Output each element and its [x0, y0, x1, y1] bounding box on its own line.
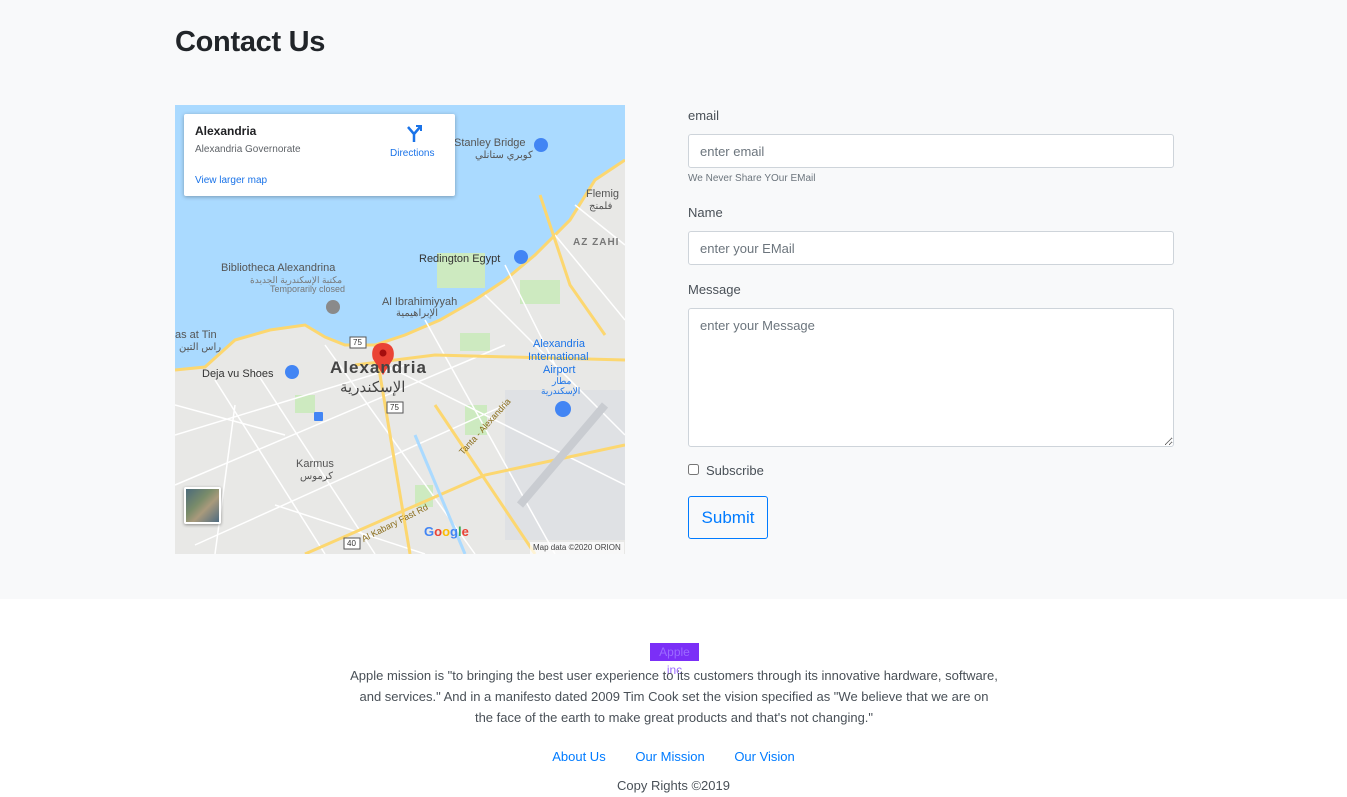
map-label: فلمنج	[589, 201, 613, 212]
contact-section: Contact Us Stanley Bridge كوبري ستانلي F…	[0, 0, 1347, 599]
name-field[interactable]	[688, 231, 1174, 265]
park	[520, 280, 560, 304]
company-name: Apple inc	[650, 643, 699, 677]
map-label: الإسكندرية	[541, 386, 581, 396]
city-label: Alexandria	[330, 358, 427, 377]
map-label: كرموس	[300, 471, 334, 482]
map-label: Temporarily closed	[270, 284, 346, 294]
airport-pin-icon[interactable]	[555, 401, 571, 417]
copyright: Copy Rights ©2019	[617, 778, 730, 793]
map-place-region: Alexandria Governorate	[195, 144, 301, 155]
name-label: Name	[688, 205, 723, 220]
city-label-ar: الإسكندرية	[340, 379, 406, 396]
footer-link-about-us[interactable]: About Us	[552, 749, 605, 764]
bridge-pin-icon[interactable]	[534, 138, 548, 152]
map-label: Al Ibrahimiyyah	[382, 296, 458, 308]
shoes-pin-icon[interactable]	[285, 365, 299, 379]
map-label: راس التين	[179, 342, 222, 353]
subscribe-checkbox[interactable]	[688, 464, 699, 475]
shop-pin-icon[interactable]	[514, 250, 528, 264]
map-label: International	[528, 351, 589, 363]
park	[460, 333, 490, 351]
map-label: as at Tin	[175, 329, 217, 341]
message-field[interactable]	[688, 308, 1174, 447]
subscribe-label: Subscribe	[706, 463, 764, 478]
footer-link-our-vision[interactable]: Our Vision	[734, 749, 794, 764]
directions-icon[interactable]	[405, 125, 423, 143]
footer-link-our-mission[interactable]: Our Mission	[635, 749, 704, 764]
map-attribution: Map data ©2020 ORION	[530, 542, 624, 554]
map-label: AZ ZAHI	[573, 237, 620, 248]
route-label: 75	[390, 403, 399, 412]
route-label: 75	[353, 338, 362, 347]
message-label: Message	[688, 282, 741, 297]
transit-icon	[314, 412, 323, 421]
google-logo: Google	[424, 524, 469, 539]
map-label: Deja vu Shoes	[202, 368, 274, 380]
map-label: Bibliotheca Alexandrina	[221, 262, 336, 274]
map-label: كوبري ستانلي	[475, 150, 533, 161]
library-pin-icon[interactable]	[326, 300, 340, 314]
satellite-toggle[interactable]	[184, 487, 221, 524]
page-title: Contact Us	[175, 26, 326, 58]
footer-links: About Us Our Mission Our Vision	[0, 749, 1347, 764]
map-label: الإبراهيمية	[396, 308, 439, 319]
email-field[interactable]	[688, 134, 1174, 168]
directions-link[interactable]: Directions	[390, 148, 434, 159]
map-label: Stanley Bridge	[454, 137, 526, 149]
map-label: Airport	[543, 364, 576, 376]
map-label: Redington Egypt	[419, 253, 501, 265]
map-label: Karmus	[296, 458, 334, 470]
submit-button[interactable]: Submit	[688, 496, 768, 539]
map-embed[interactable]: Stanley Bridge كوبري ستانلي Flemig فلمنج…	[175, 105, 625, 554]
route-label: 40	[347, 539, 356, 548]
mission-statement: Apple mission is "to bringing the best u…	[350, 668, 998, 725]
location-pin-dot	[379, 349, 387, 357]
map-label: Flemig	[586, 188, 620, 200]
view-larger-map-link[interactable]: View larger map	[195, 175, 267, 186]
map-info-card: Alexandria Alexandria Governorate View l…	[184, 114, 455, 196]
email-help-text: We Never Share YOur EMail	[688, 173, 816, 184]
map-label: Alexandria	[533, 338, 585, 350]
footer: Apple inc Apple mission is "to bringing …	[0, 599, 1347, 797]
email-label: email	[688, 108, 720, 123]
map-place-name: Alexandria	[195, 124, 257, 138]
